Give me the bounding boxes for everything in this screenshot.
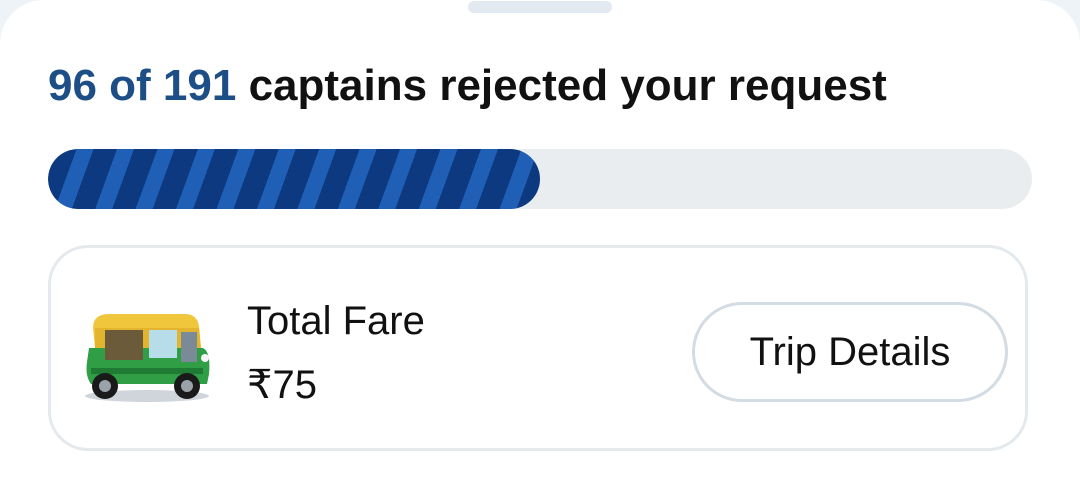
rejected-count: 96 of 191	[48, 61, 237, 110]
rejection-status-headline: 96 of 191 captains rejected your request	[48, 56, 887, 116]
rejection-message: captains rejected your request	[248, 61, 887, 110]
fare-card: Total Fare ₹75 Trip Details	[48, 245, 1028, 451]
total-fare-amount: ₹75	[247, 363, 317, 407]
auto-rickshaw-icon	[85, 314, 210, 402]
bottom-sheet: 96 of 191 captains rejected your request…	[0, 0, 1080, 491]
total-fare-label: Total Fare	[247, 299, 425, 343]
rejection-progress-fill	[48, 149, 540, 209]
trip-details-button[interactable]: Trip Details	[692, 302, 1008, 402]
drag-handle[interactable]	[468, 1, 612, 13]
rejection-progress-bar	[48, 149, 1032, 209]
